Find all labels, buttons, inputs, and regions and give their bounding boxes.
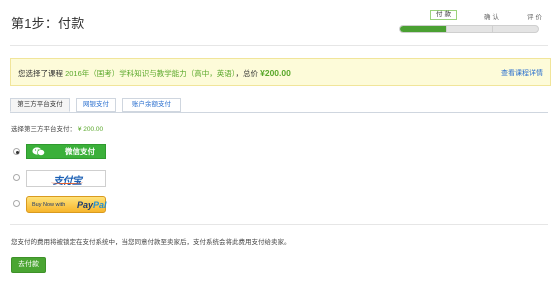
alipay-swoosh	[51, 181, 83, 184]
wechat-icon	[32, 147, 45, 156]
tab-account-balance[interactable]: 账户余额支付	[122, 98, 181, 112]
paypal-radio[interactable]	[13, 200, 20, 207]
divider	[10, 224, 548, 225]
notice-prefix: 您选择了课程	[18, 69, 63, 78]
progress-bar	[399, 25, 539, 33]
paypal-button[interactable]: Buy Now with PayPal	[26, 196, 107, 213]
wechat-pay-label: 微信支付	[65, 147, 95, 156]
step-confirm-label: 确认	[484, 14, 501, 21]
tab-online-banking[interactable]: 网银支付	[76, 98, 116, 112]
total-price: ¥200.00	[260, 68, 291, 78]
payment-lock-note: 您支付的费用将被锁定在支付系统中，当您同意付款至卖家后，支付系统会将此费用支付给…	[11, 239, 291, 246]
step-review-label: 评价	[527, 14, 544, 21]
step-progress: 付款 确认 评价	[399, 10, 547, 35]
wechat-radio[interactable]	[13, 148, 20, 155]
go-pay-button[interactable]: 去付款	[11, 257, 46, 273]
notice-text: 您选择了课程 2016年（国考）学科知识与教学能力（高中，英语），总价 ¥200…	[18, 68, 291, 79]
tabs-underline	[10, 112, 548, 113]
alipay-button[interactable]: 支付宝	[26, 170, 106, 187]
paypal-logo-pay: Pay	[77, 200, 94, 210]
payment-amount: ¥ 200.00	[77, 126, 104, 133]
progress-divider	[446, 26, 447, 32]
wechat-pay-button[interactable]: 微信支付	[26, 144, 106, 159]
paypal-buy-now-text: Buy Now with	[32, 202, 66, 208]
step-pay-label: 付款	[430, 10, 457, 20]
course-notice: 您选择了课程 2016年（国考）学科知识与教学能力（高中，英语），总价 ¥200…	[10, 58, 551, 86]
course-name: 2016年（国考）学科知识与教学能力（高中，英语）	[65, 69, 236, 78]
alipay-logo: 支付宝	[53, 176, 82, 187]
total-label: ，总价	[235, 69, 259, 78]
progress-divider	[492, 26, 493, 32]
paypal-logo: PayPal	[77, 200, 107, 210]
page-title: 第1步：付款	[11, 16, 85, 31]
paypal-logo-pal: Pal	[93, 200, 107, 210]
choose-text: 选择第三方平台支付：	[11, 126, 76, 133]
divider	[10, 45, 548, 46]
progress-fill	[400, 26, 446, 32]
choose-platform-label: 选择第三方平台支付： ¥ 200.00	[11, 123, 103, 133]
alipay-radio[interactable]	[13, 174, 20, 181]
tab-third-party[interactable]: 第三方平台支付	[10, 98, 70, 112]
course-details-link[interactable]: 查看课程详情	[501, 68, 543, 78]
